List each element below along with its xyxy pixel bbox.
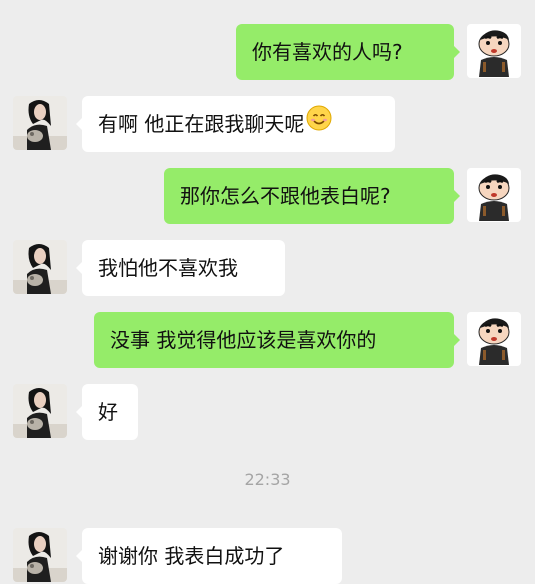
message-text: 我怕他不喜欢我 xyxy=(98,256,238,280)
message-row: 我怕他不喜欢我 xyxy=(0,240,535,296)
message-text: 你有喜欢的人吗? xyxy=(252,40,403,64)
message-row: 好 xyxy=(0,384,535,440)
smiling-face-emoji-icon xyxy=(306,96,332,152)
received-message-bubble[interactable]: 好 xyxy=(76,384,138,440)
message-text: 没事 我觉得他应该是喜欢你的 xyxy=(110,328,377,352)
sent-message-bubble[interactable]: 你有喜欢的人吗? xyxy=(236,24,460,80)
girl-avatar[interactable] xyxy=(13,240,67,294)
message-row: 你有喜欢的人吗? xyxy=(0,24,535,80)
girl-avatar[interactable] xyxy=(13,96,67,150)
girl-avatar-icon xyxy=(13,240,67,294)
shinchan-avatar-icon xyxy=(467,312,521,366)
message-row: 有啊 他正在跟我聊天呢 xyxy=(0,96,535,152)
message-row: 那你怎么不跟他表白呢? xyxy=(0,168,535,224)
sent-message-bubble[interactable]: 没事 我觉得他应该是喜欢你的 xyxy=(94,312,460,368)
shinchan-avatar-icon xyxy=(467,168,521,222)
chat-window: 你有喜欢的人吗? 有啊 他正在跟我聊天呢 那你怎么不跟他表白呢? 我怕他不喜欢我… xyxy=(0,0,535,584)
shinchan-avatar[interactable] xyxy=(467,24,521,78)
received-message-bubble[interactable]: 我怕他不喜欢我 xyxy=(76,240,285,296)
message-row: 谢谢你 我表白成功了 xyxy=(0,528,535,584)
shinchan-avatar[interactable] xyxy=(467,312,521,366)
message-timestamp: 22:33 xyxy=(244,470,291,489)
message-text: 那你怎么不跟他表白呢? xyxy=(180,184,391,208)
message-text: 有啊 他正在跟我聊天呢 xyxy=(98,112,305,136)
girl-avatar[interactable] xyxy=(13,384,67,438)
message-text: 好 xyxy=(98,400,118,424)
girl-avatar-icon xyxy=(13,96,67,150)
sent-message-bubble[interactable]: 那你怎么不跟他表白呢? xyxy=(164,168,460,224)
received-message-bubble[interactable]: 有啊 他正在跟我聊天呢 xyxy=(76,96,395,152)
message-text: 谢谢你 我表白成功了 xyxy=(98,544,285,568)
girl-avatar-icon xyxy=(13,384,67,438)
message-row: 没事 我觉得他应该是喜欢你的 xyxy=(0,312,535,368)
shinchan-avatar[interactable] xyxy=(467,168,521,222)
girl-avatar-icon xyxy=(13,528,67,582)
received-message-bubble[interactable]: 谢谢你 我表白成功了 xyxy=(76,528,342,584)
shinchan-avatar-icon xyxy=(467,24,521,78)
girl-avatar[interactable] xyxy=(13,528,67,582)
